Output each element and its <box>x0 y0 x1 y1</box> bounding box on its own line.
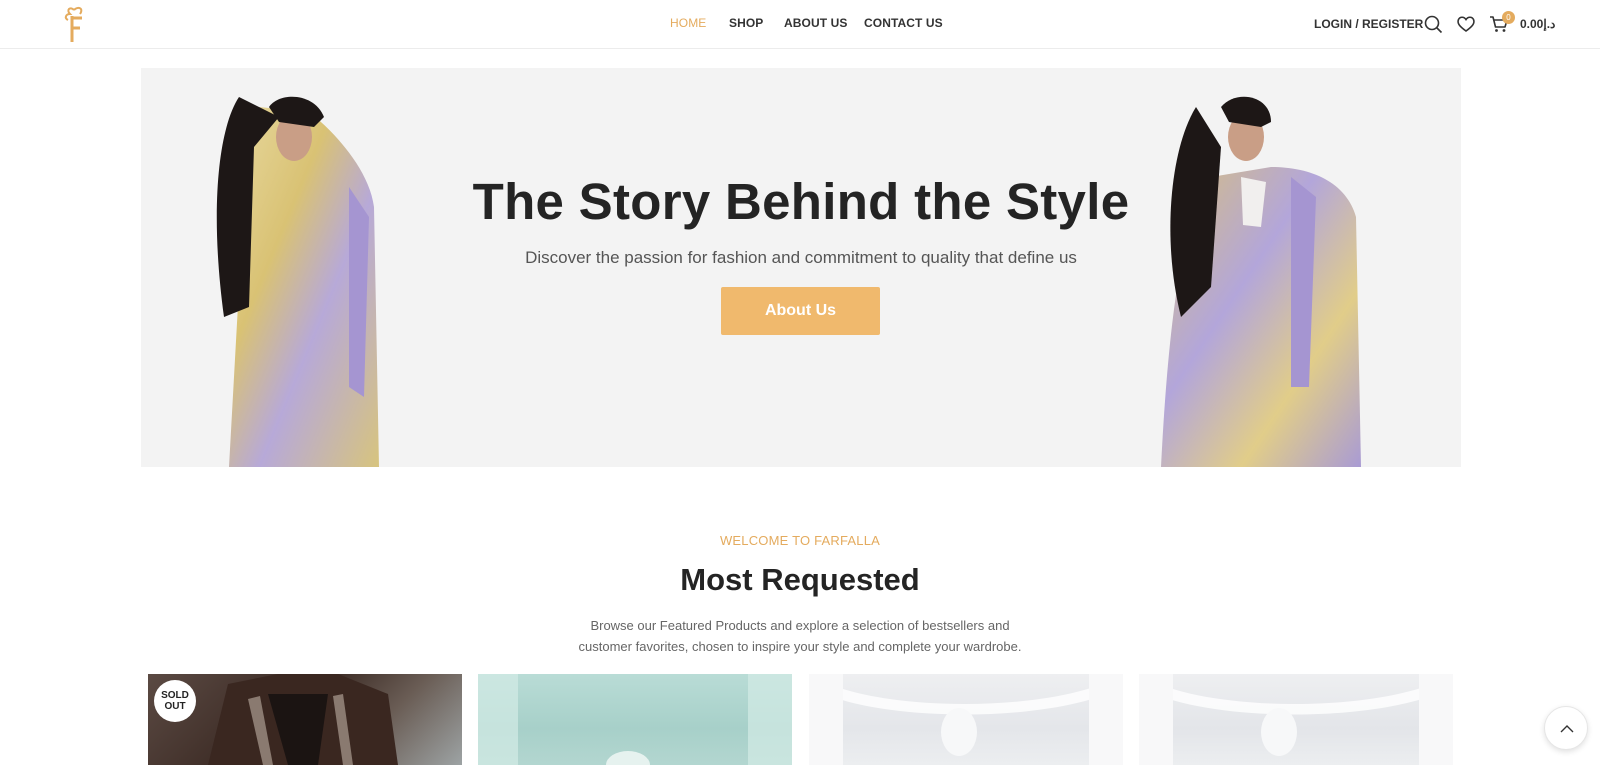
product-card[interactable] <box>809 674 1123 765</box>
cart-count-badge: 0 <box>1502 11 1515 24</box>
product-card[interactable]: SOLD OUT <box>148 674 462 765</box>
product-card[interactable] <box>478 674 792 765</box>
site-header: HOME SHOP ABOUT US CONTACT US LOGIN / RE… <box>0 0 1600 49</box>
model-image-right <box>1161 96 1361 467</box>
nav-contact-us[interactable]: CONTACT US <box>864 16 943 30</box>
section-title: Most Requested <box>680 562 920 597</box>
scroll-to-top-button[interactable] <box>1544 706 1588 750</box>
badge-line: SOLD <box>161 690 189 701</box>
section-description-line: customer favorites, chosen to inspire yo… <box>578 639 1022 654</box>
product-image <box>1139 674 1453 765</box>
hero-subtitle: Discover the passion for fashion and com… <box>525 248 1077 267</box>
about-us-button[interactable]: About Us <box>721 287 880 335</box>
section-description-line: Browse our Featured Products and explore… <box>590 618 1010 633</box>
sold-out-badge: SOLD OUT <box>154 680 196 722</box>
chevron-up-icon <box>1560 725 1574 733</box>
heart-icon[interactable] <box>1455 13 1477 35</box>
hero-banner: The Story Behind the Style Discover the … <box>141 68 1461 467</box>
nav-about-us[interactable]: ABOUT US <box>784 16 847 30</box>
section-description: Browse our Featured Products and explore… <box>560 615 1040 657</box>
badge-line: OUT <box>164 701 186 712</box>
hero-title: The Story Behind the Style <box>472 173 1130 230</box>
section-kicker: WELCOME TO FARFALLA <box>719 533 881 548</box>
product-image <box>478 674 792 765</box>
model-image-left <box>216 96 379 467</box>
cart-total[interactable]: 0.00د.إ <box>1520 17 1555 31</box>
nav-home[interactable]: HOME <box>670 16 706 30</box>
product-card[interactable] <box>1139 674 1453 765</box>
search-icon[interactable] <box>1422 13 1444 35</box>
login-register-link[interactable]: LOGIN / REGISTER <box>1314 17 1423 31</box>
product-image <box>809 674 1123 765</box>
nav-shop[interactable]: SHOP <box>729 16 763 30</box>
product-image <box>208 674 398 765</box>
